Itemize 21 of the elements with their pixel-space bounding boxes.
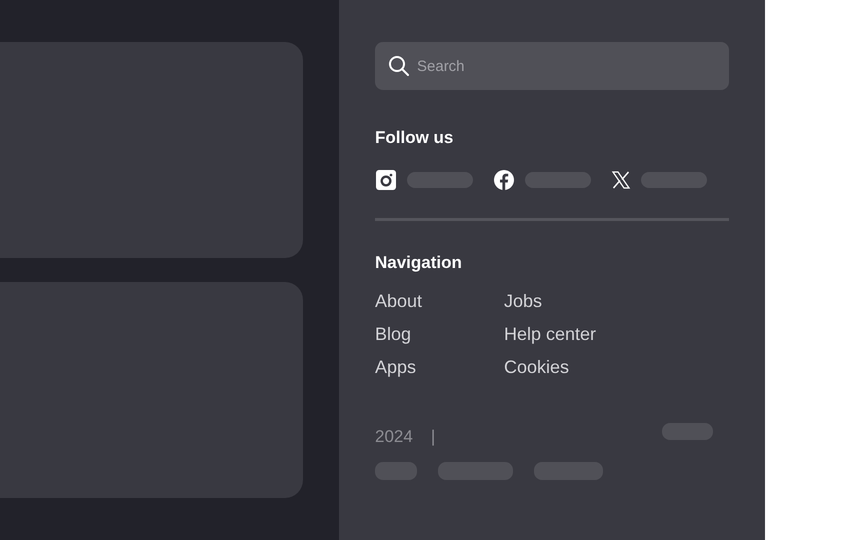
- facebook-icon[interactable]: [493, 169, 515, 191]
- x-icon[interactable]: [611, 170, 631, 190]
- nav-link[interactable]: Jobs: [504, 285, 633, 318]
- placeholder-bar: [534, 462, 603, 480]
- placeholder-bar: [375, 462, 417, 480]
- placeholder-bar: [662, 422, 713, 440]
- placeholder-bar: [407, 172, 473, 188]
- search-icon: [388, 55, 410, 77]
- section-heading: Navigation: [375, 253, 463, 273]
- nav-link[interactable]: Blog: [375, 318, 504, 351]
- copyright-year: 2024: [375, 427, 413, 447]
- nav-link[interactable]: Help center: [504, 318, 633, 351]
- placeholder-bar: [641, 172, 707, 188]
- separator: |: [430, 427, 436, 447]
- nav-link[interactable]: Cookies: [504, 351, 633, 384]
- placeholder-bar: [525, 172, 591, 188]
- nav-link[interactable]: About: [375, 285, 504, 318]
- nav-link[interactable]: Apps: [375, 351, 504, 384]
- search-field[interactable]: Search: [375, 42, 729, 90]
- camera-icon[interactable]: [375, 169, 397, 191]
- section-heading: Follow us: [375, 128, 454, 148]
